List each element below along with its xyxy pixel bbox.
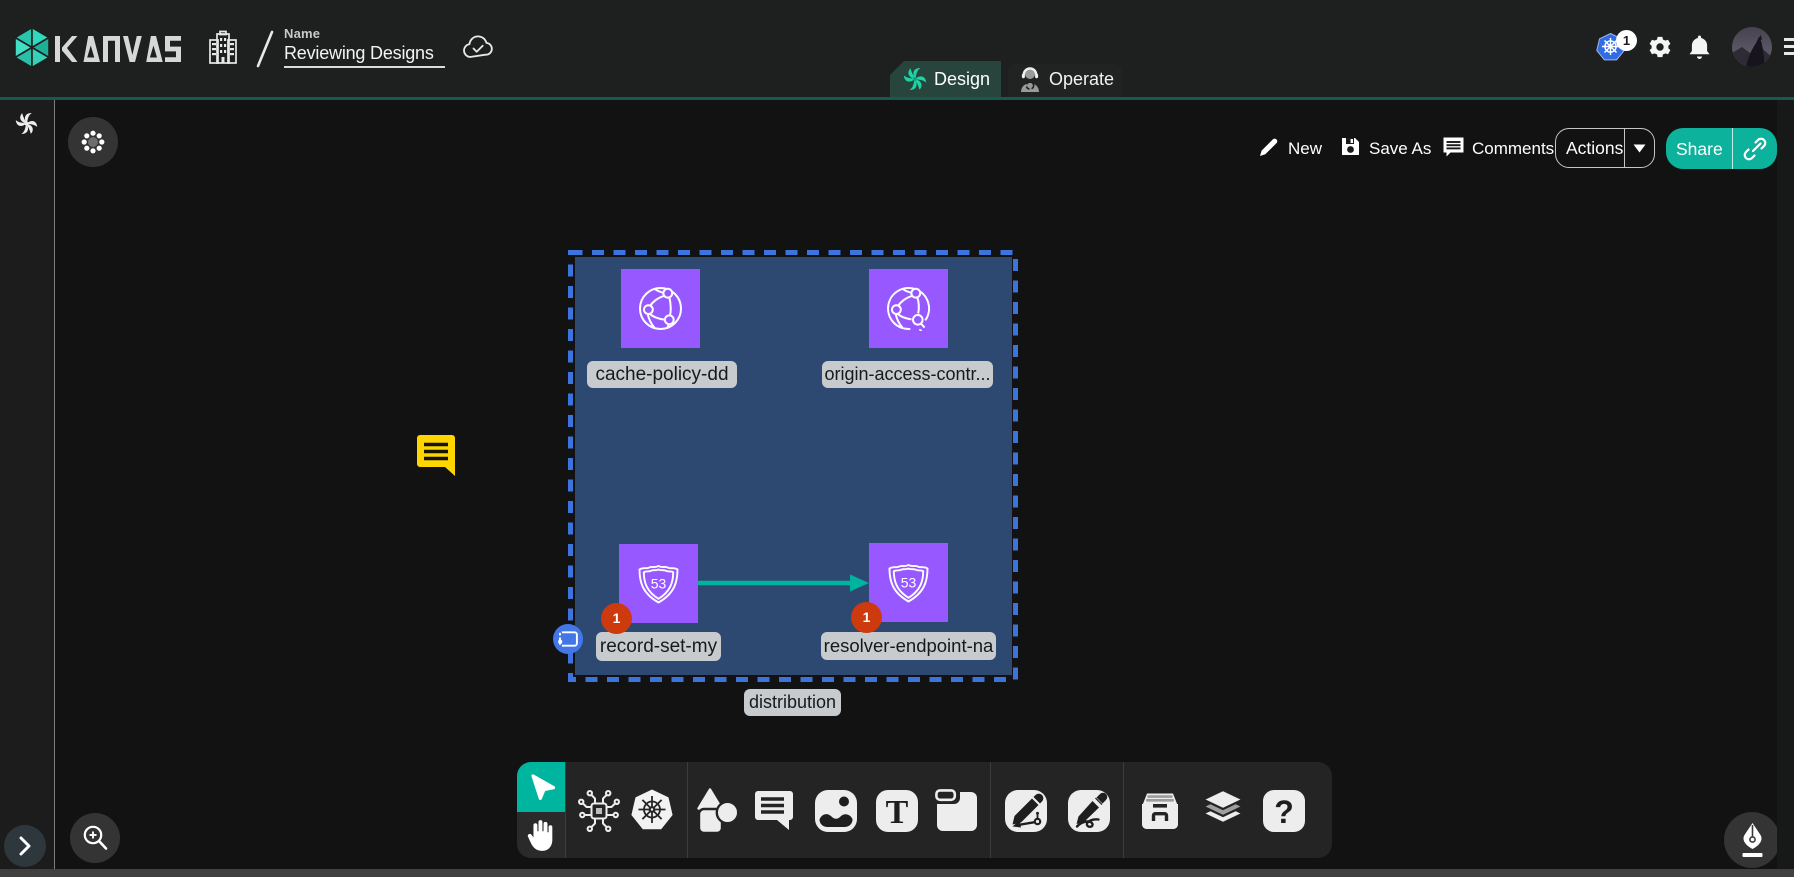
svg-text:53: 53 — [651, 576, 667, 592]
svg-text:53: 53 — [901, 575, 917, 591]
svg-text:?: ? — [1274, 794, 1294, 830]
svg-text:T: T — [886, 794, 909, 831]
